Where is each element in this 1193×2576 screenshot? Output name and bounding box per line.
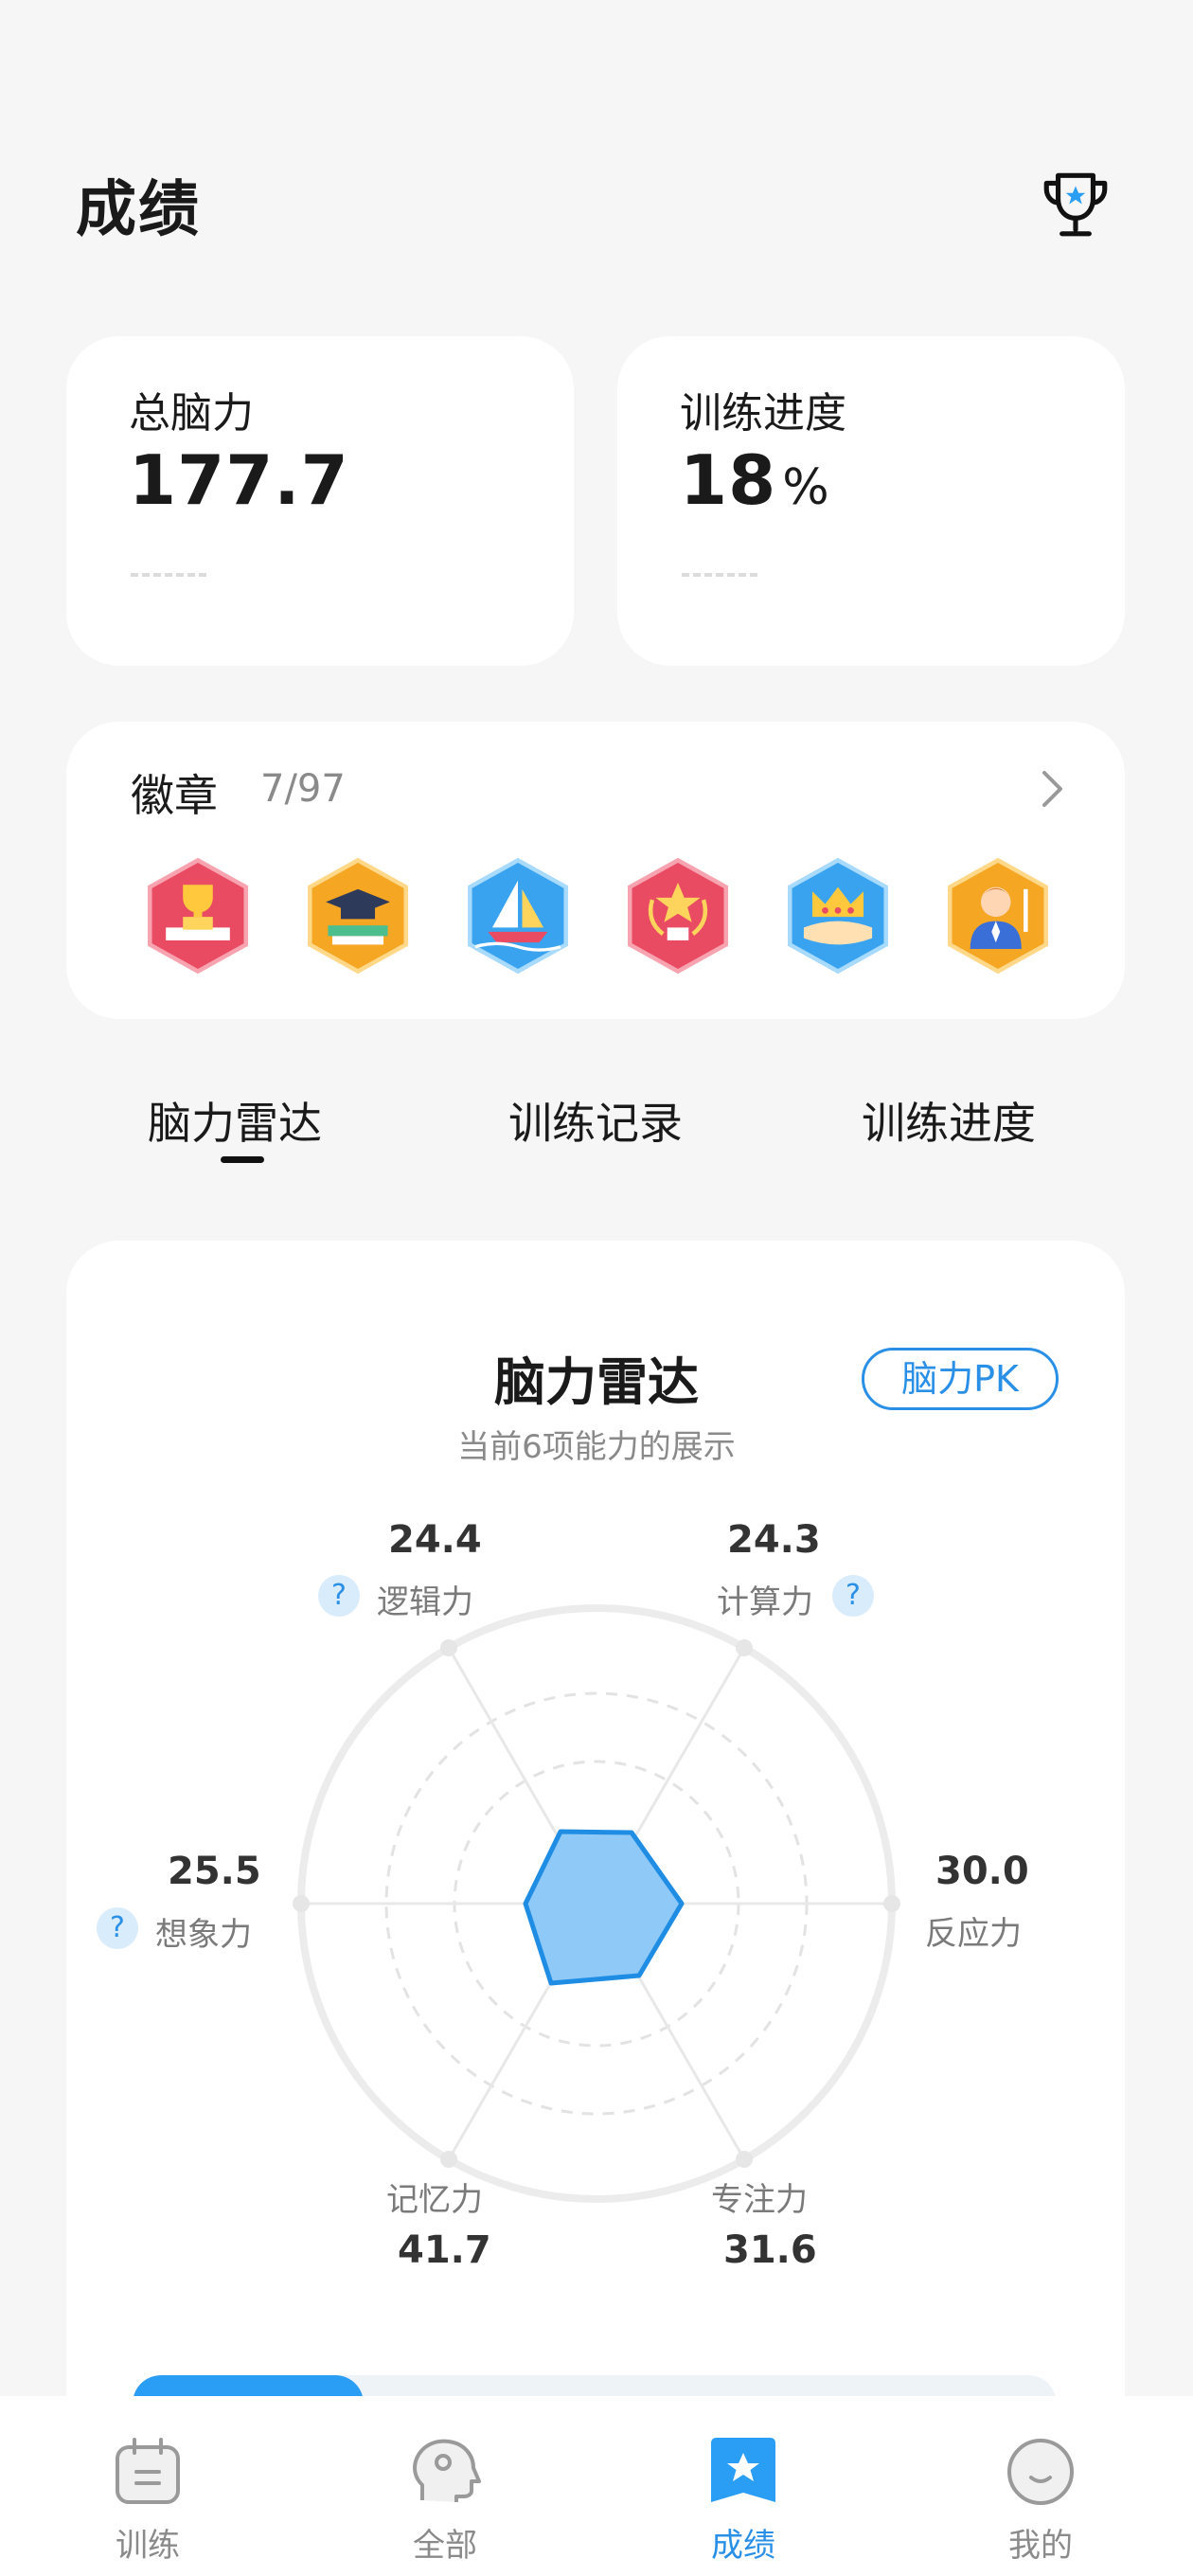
divider xyxy=(682,573,757,577)
calendar-icon xyxy=(116,2438,180,2504)
tab-training-progress[interactable]: 训练进度 xyxy=(862,1089,1036,1152)
calc-value: 24.3 xyxy=(727,1518,821,1562)
page-title: 成绩 xyxy=(76,175,201,245)
logic-label: 逻辑力 xyxy=(377,1583,473,1621)
logic-help-icon[interactable]: ? xyxy=(318,1575,360,1617)
tab-brain-radar[interactable]: 脑力雷达 xyxy=(148,1089,322,1152)
nav-results-label: 成绩 xyxy=(711,2527,775,2565)
radar-subtitle: 当前6项能力的展示 xyxy=(457,1428,736,1466)
nav-all[interactable]: 全部 xyxy=(350,2396,540,2576)
bottom-nav: 训练 全部 成绩 我的 xyxy=(0,2396,1193,2576)
reaction-label: 反应力 xyxy=(925,1915,1022,1953)
nav-mine-label: 我的 xyxy=(1008,2527,1073,2565)
star-award-badge-icon[interactable] xyxy=(624,857,732,975)
total-brain-label: 总脑力 xyxy=(129,389,254,438)
logic-value: 24.4 xyxy=(388,1518,482,1562)
nav-training[interactable]: 训练 xyxy=(53,2396,242,2576)
person-badge-icon[interactable] xyxy=(944,857,1052,975)
imagination-help-icon[interactable]: ? xyxy=(97,1907,138,1949)
memory-value: 41.7 xyxy=(398,2228,491,2272)
imagination-label: 想象力 xyxy=(155,1916,252,1954)
total-brain-card[interactable]: 总脑力 177.7 xyxy=(66,336,574,666)
tab-indicator xyxy=(221,1156,264,1163)
imagination-value: 25.5 xyxy=(168,1850,261,1893)
smile-icon xyxy=(1007,2439,1074,2505)
training-progress-value: 18% xyxy=(680,440,830,520)
training-progress-card[interactable]: 训练进度 18% xyxy=(617,336,1125,666)
sailboat-badge-icon[interactable] xyxy=(464,857,572,975)
nav-training-label: 训练 xyxy=(116,2527,180,2565)
focus-value: 31.6 xyxy=(723,2228,817,2272)
chevron-right-icon[interactable] xyxy=(1028,765,1076,813)
calc-label: 计算力 xyxy=(717,1583,813,1621)
total-brain-value: 177.7 xyxy=(129,440,349,520)
nav-results[interactable]: 成绩 xyxy=(649,2396,838,2576)
trophy-icon[interactable] xyxy=(1037,166,1114,243)
brain-pk-button[interactable]: 脑力PK xyxy=(862,1348,1059,1410)
focus-label: 专注力 xyxy=(711,2181,808,2219)
star-badge-icon xyxy=(711,2438,775,2502)
crown-badge-icon[interactable] xyxy=(784,857,892,975)
radar-chart xyxy=(293,1604,900,2203)
nav-all-label: 全部 xyxy=(413,2527,477,2565)
badges-card[interactable]: 徽章 7/97 xyxy=(66,722,1125,1019)
training-progress-label: 训练进度 xyxy=(680,389,846,438)
tab-training-record[interactable]: 训练记录 xyxy=(508,1089,683,1152)
badges-count: 7/97 xyxy=(260,767,346,811)
memory-label: 记忆力 xyxy=(386,2181,483,2219)
calc-help-icon[interactable]: ? xyxy=(832,1575,874,1617)
head-icon xyxy=(413,2439,481,2502)
page: 成绩 总脑力 177.7 训练进度 18% 徽章 7/97 脑力雷达 训练记录 … xyxy=(0,0,1193,2576)
graduation-badge-icon[interactable] xyxy=(304,857,412,975)
divider xyxy=(131,573,206,577)
reaction-value: 30.0 xyxy=(935,1850,1029,1893)
nav-mine[interactable]: 我的 xyxy=(946,2396,1135,2576)
badges-title: 徽章 xyxy=(131,770,218,821)
trophy-badge-icon[interactable] xyxy=(144,857,252,975)
